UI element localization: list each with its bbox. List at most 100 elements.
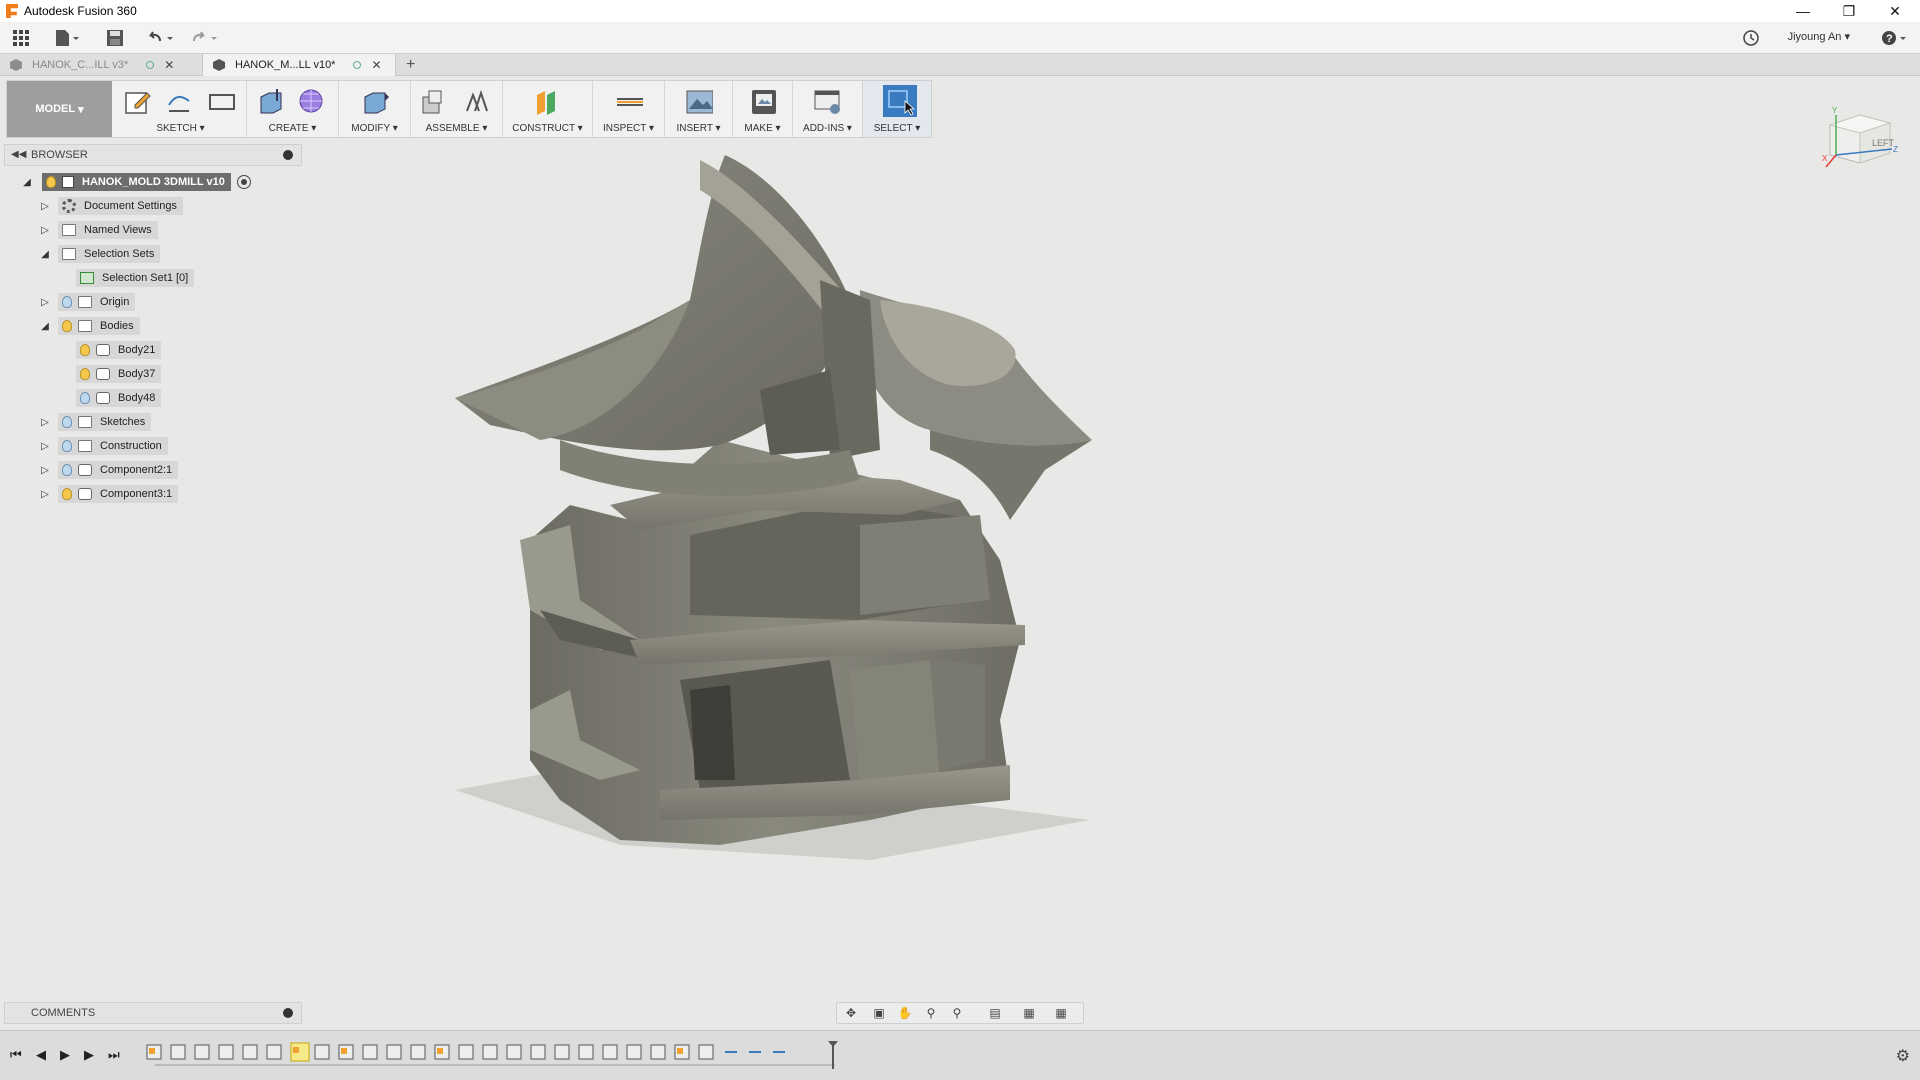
help-icon[interactable]: ? (1880, 29, 1910, 47)
tree-node-component2[interactable]: ▷ Component2:1 (38, 460, 179, 480)
select-tool-icon[interactable] (883, 85, 917, 117)
expand-triangle-icon[interactable]: ▷ (38, 439, 52, 453)
collapse-triangle-icon[interactable]: ◢ (20, 175, 34, 189)
visibility-bulb-icon[interactable] (62, 416, 72, 428)
zoom-icon[interactable]: ⚲ (923, 1006, 939, 1022)
modify-menu[interactable]: MODIFY ▾ (339, 123, 410, 134)
body-icon (96, 392, 110, 404)
go-to-start-icon[interactable]: ⏮ (10, 1047, 22, 1063)
tree-node-selection-set1[interactable]: Selection Set1 [0] (76, 268, 195, 288)
collapse-browser-icon[interactable]: ◀◀ (11, 149, 26, 160)
tree-node-named-views[interactable]: ▷ Named Views (38, 220, 158, 240)
file-menu-icon[interactable] (54, 29, 80, 47)
grid-settings-icon[interactable]: ▦ (1021, 1006, 1037, 1022)
expand-triangle-icon[interactable]: ▷ (38, 487, 52, 501)
form-sphere-icon[interactable] (297, 87, 325, 115)
pan-hand-icon[interactable]: ✋ (897, 1006, 913, 1022)
visibility-bulb-icon[interactable] (80, 368, 90, 380)
tree-node-body21[interactable]: Body21 (76, 340, 162, 360)
data-panel-grid-icon[interactable] (12, 29, 30, 47)
restore-button[interactable]: ❐ (1826, 0, 1872, 22)
viewports-icon[interactable]: ▦ (1053, 1006, 1069, 1022)
expand-triangle-icon[interactable]: ▷ (38, 223, 52, 237)
joint-icon[interactable] (461, 87, 489, 115)
look-at-icon[interactable]: ▣ (871, 1006, 887, 1022)
add-ins-menu[interactable]: ADD-INS ▾ (793, 123, 862, 134)
new-tab-button[interactable]: + (402, 54, 432, 76)
view-cube[interactable]: LEFT Y X Z (1820, 105, 1900, 185)
expand-triangle-icon[interactable]: ▷ (38, 463, 52, 477)
activate-component-icon[interactable] (236, 175, 251, 189)
step-back-icon[interactable]: ◀ (36, 1047, 46, 1063)
rectangle-tool-icon[interactable] (207, 87, 235, 115)
visibility-bulb-icon[interactable] (46, 176, 56, 188)
press-pull-icon[interactable] (361, 87, 389, 115)
expand-triangle-icon[interactable]: ▷ (38, 295, 52, 309)
comments-panel[interactable]: COMMENTS (4, 1002, 302, 1024)
orbit-icon[interactable]: ✥ (843, 1006, 859, 1022)
tree-node-selection-sets[interactable]: ◢ Selection Sets (38, 244, 161, 264)
job-status-clock-icon[interactable] (1742, 29, 1760, 47)
inspect-menu[interactable]: INSPECT ▾ (593, 123, 664, 134)
collapse-triangle-icon[interactable]: ◢ (38, 319, 52, 333)
redo-icon[interactable] (190, 29, 220, 47)
close-tab-icon[interactable]: ✕ (164, 58, 174, 72)
insert-image-icon[interactable] (685, 87, 713, 115)
step-forward-icon[interactable]: ▶ (84, 1047, 94, 1063)
fit-zoom-icon[interactable]: ⚲ (949, 1006, 965, 1022)
create-sketch-icon[interactable] (123, 87, 151, 115)
scripts-addins-icon[interactable] (813, 87, 841, 115)
select-menu[interactable]: SELECT ▾ (863, 123, 931, 134)
expand-triangle-icon[interactable]: ▷ (38, 199, 52, 213)
visibility-bulb-icon[interactable] (62, 464, 72, 476)
3d-print-icon[interactable] (749, 87, 777, 115)
hanok-mold-model[interactable] (455, 155, 1092, 860)
minimize-button[interactable]: — (1780, 0, 1826, 22)
tree-node-bodies[interactable]: ◢ Bodies (38, 316, 140, 336)
tree-node-body37[interactable]: Body37 (76, 364, 162, 384)
tab-hanok-cmill[interactable]: HANOK_C...ILL v3* ✕ (0, 54, 200, 76)
user-account-menu[interactable]: Jiyoung An ▾ (1788, 30, 1850, 43)
new-component-icon[interactable] (419, 87, 447, 115)
tree-node-component3[interactable]: ▷ Component3:1 (38, 484, 179, 504)
visibility-bulb-icon[interactable] (80, 392, 90, 404)
browser-panel-header[interactable]: ◀◀ BROWSER (4, 144, 302, 166)
close-window-button[interactable]: ✕ (1872, 0, 1918, 22)
add-comment-icon[interactable] (283, 1008, 293, 1018)
play-icon[interactable]: ▶ (60, 1047, 70, 1063)
sketch-menu[interactable]: SKETCH ▾ (115, 123, 246, 134)
assemble-menu[interactable]: ASSEMBLE ▾ (411, 123, 502, 134)
extrude-icon[interactable] (257, 87, 285, 115)
collapse-triangle-icon[interactable]: ◢ (38, 247, 52, 261)
timeline-settings-gear-icon[interactable]: ⚙ (1896, 1046, 1910, 1066)
visibility-bulb-icon[interactable] (62, 488, 72, 500)
tree-node-sketches[interactable]: ▷ Sketches (38, 412, 152, 432)
visibility-bulb-icon[interactable] (62, 296, 72, 308)
timeline-features[interactable] (145, 1039, 845, 1069)
workspace-switcher[interactable]: MODEL ▾ (7, 81, 112, 137)
offset-plane-icon[interactable] (533, 87, 561, 115)
visibility-bulb-icon[interactable] (62, 320, 72, 332)
visibility-bulb-icon[interactable] (62, 440, 72, 452)
pin-browser-icon[interactable] (283, 150, 293, 160)
create-menu[interactable]: CREATE ▾ (247, 123, 338, 134)
visibility-bulb-icon[interactable] (80, 344, 90, 356)
tree-node-construction[interactable]: ▷ Construction (38, 436, 168, 456)
3d-canvas[interactable] (0, 140, 1920, 1025)
tab-hanok-mold[interactable]: HANOK_M...LL v10* ✕ (202, 54, 396, 76)
construct-menu[interactable]: CONSTRUCT ▾ (503, 123, 592, 134)
measure-icon[interactable] (615, 87, 643, 115)
make-menu[interactable]: MAKE ▾ (733, 123, 792, 134)
tree-node-origin[interactable]: ▷ Origin (38, 292, 136, 312)
undo-icon[interactable] (146, 29, 176, 47)
insert-menu[interactable]: INSERT ▾ (665, 123, 732, 134)
display-settings-icon[interactable]: ▤ (987, 1006, 1003, 1022)
go-to-end-icon[interactable]: ⏭ (108, 1047, 120, 1063)
line-tool-icon[interactable] (165, 87, 193, 115)
tree-node-document-settings[interactable]: ▷ Document Settings (38, 196, 183, 216)
close-tab-icon[interactable]: ✕ (371, 58, 381, 72)
tree-root[interactable]: ◢ HANOK_MOLD 3DMILL v10 (20, 172, 251, 192)
expand-triangle-icon[interactable]: ▷ (38, 415, 52, 429)
tree-node-body48[interactable]: Body48 (76, 388, 162, 408)
save-icon[interactable] (106, 29, 124, 47)
